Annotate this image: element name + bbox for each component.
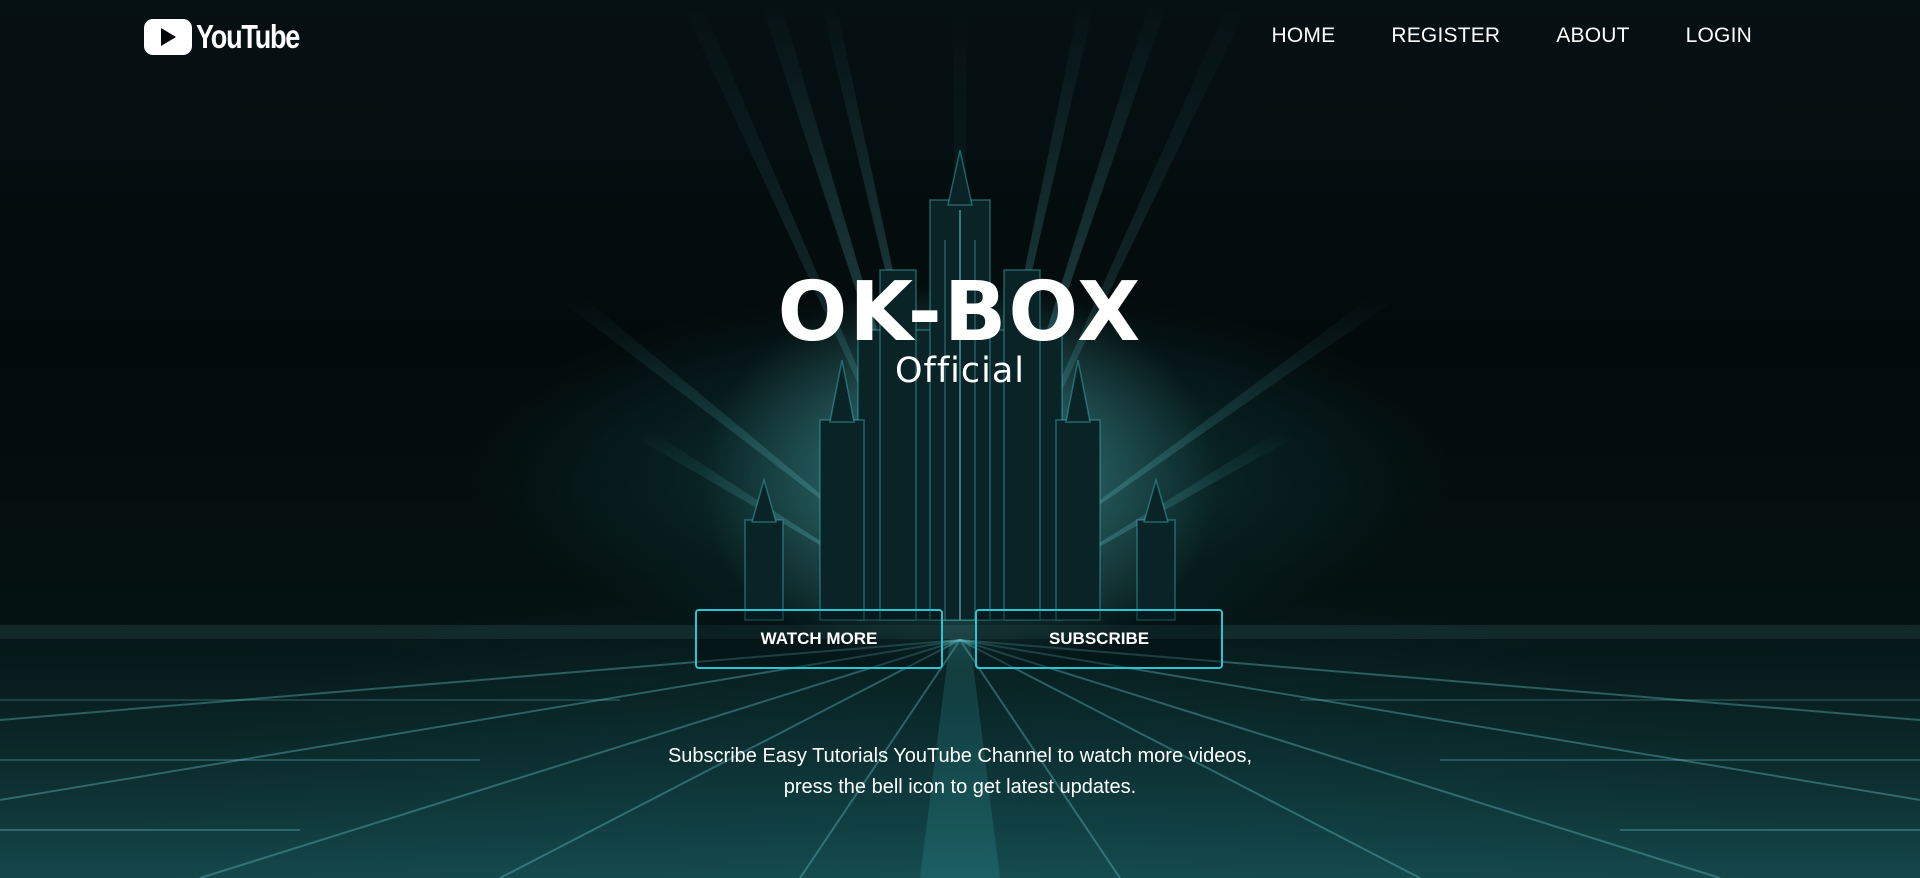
nav-login-link[interactable]: LOGIN [1686, 24, 1752, 48]
nav-home-link[interactable]: HOME [1272, 24, 1336, 48]
hero-title: OK-BOX [777, 265, 1143, 360]
hero-subtitle: Official [894, 351, 1026, 391]
watch-more-button[interactable]: WATCH MORE [695, 609, 943, 669]
subscribe-button[interactable]: SUBSCRIBE [975, 609, 1223, 669]
youtube-play-icon [144, 19, 192, 55]
nav-about-link[interactable]: ABOUT [1556, 24, 1629, 48]
hero-section: YouTube HOME REGISTER ABOUT LOGIN OK-BOX… [0, 0, 1920, 878]
logo-text: YouTube [196, 18, 300, 55]
tagline-line-1: Subscribe Easy Tutorials YouTube Channel… [667, 745, 1253, 767]
tagline-line-2: press the bell icon to get latest update… [783, 776, 1137, 798]
youtube-logo[interactable]: YouTube [144, 18, 322, 56]
hero-tagline: Subscribe Easy Tutorials YouTube Channel… [0, 741, 1920, 803]
top-navigation: HOME REGISTER ABOUT LOGIN [1272, 24, 1752, 48]
nav-register-link[interactable]: REGISTER [1391, 24, 1500, 48]
